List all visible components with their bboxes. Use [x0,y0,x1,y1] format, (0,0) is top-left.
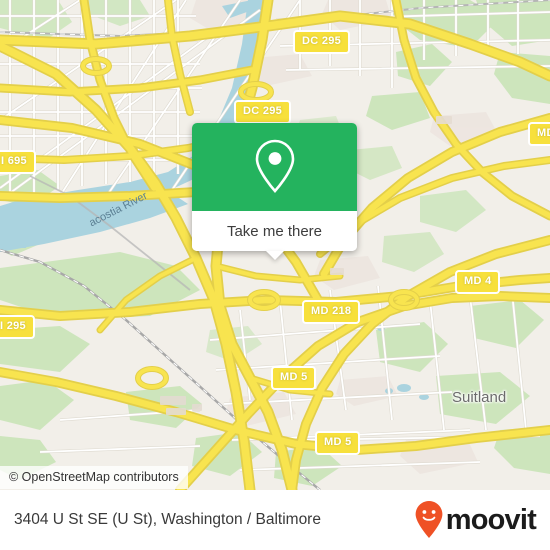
location-popup[interactable]: Take me there [192,123,357,260]
road-shield: DC 295 [234,100,292,124]
road-shield: MD 5 [315,431,361,455]
road-shield: I 695 [0,150,36,174]
moovit-logo[interactable]: moovit [414,500,537,540]
map-screen: DC 295 DC 295 MD I 695 I 295 MD 4 MD 218… [0,0,550,550]
road-shield: MD 4 [455,270,501,294]
popup-tail [265,251,284,260]
popup-header [192,123,357,211]
map-pin-icon [255,139,294,193]
map-canvas[interactable]: DC 295 DC 295 MD I 695 I 295 MD 4 MD 218… [0,0,550,490]
road-shield: DC 295 [293,30,351,54]
road-shield: I 295 [0,315,35,339]
address-title: 3404 U St SE (U St), Washington / Baltim… [14,511,321,528]
road-shield: MD 5 [271,366,317,390]
place-label-suitland: Suitland [452,389,507,406]
moovit-wordmark: moovit [445,503,537,536]
osm-attribution[interactable]: © OpenStreetMap contributors [0,466,188,489]
popup-action-bar[interactable]: Take me there [192,211,357,260]
footer-bar: 3404 U St SE (U St), Washington / Baltim… [0,490,550,550]
road-shield: MD 218 [302,300,361,324]
moovit-pin-icon [415,501,443,538]
road-shield: MD [528,122,550,146]
take-me-there-label: Take me there [226,222,323,240]
